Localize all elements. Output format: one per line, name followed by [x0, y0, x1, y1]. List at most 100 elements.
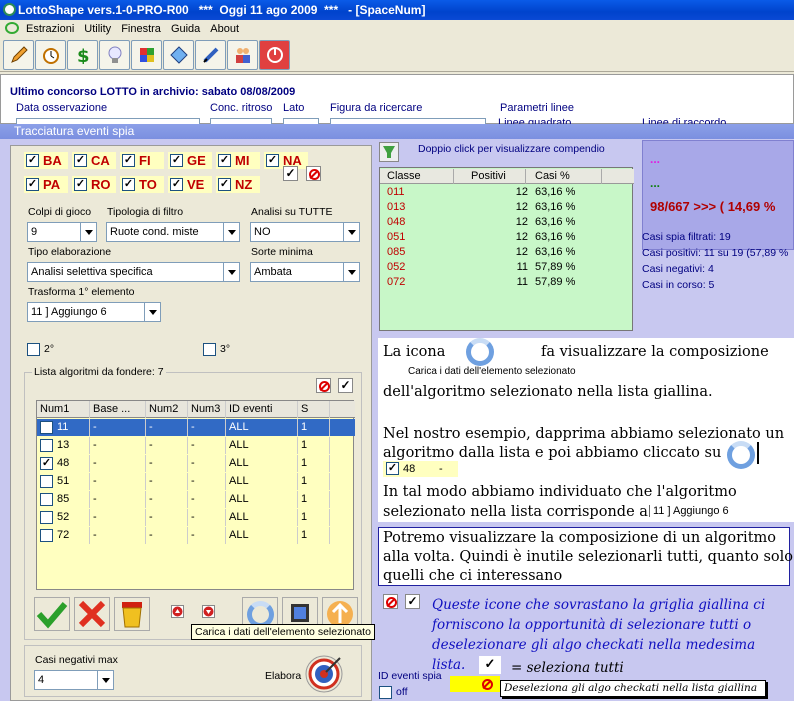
grid-header-num1[interactable]: Num1: [37, 401, 90, 418]
trash-button[interactable]: [114, 597, 150, 631]
deselect-all-icon[interactable]: [316, 378, 331, 393]
ruota-label: FI: [139, 153, 151, 168]
confirm-button[interactable]: [34, 597, 70, 631]
ruota-fi[interactable]: ✓ FI: [120, 152, 164, 169]
grid-header-num3[interactable]: Num3: [188, 401, 226, 418]
power-button[interactable]: [259, 40, 290, 70]
algoritmi-grid[interactable]: Num1 Base ... Num2 Num3 ID eventi S 11- -…: [36, 400, 355, 590]
colpi-select[interactable]: 9: [27, 222, 97, 242]
ruota-checkbox[interactable]: ✓: [266, 154, 279, 167]
casi-negativi-select[interactable]: 4: [34, 670, 114, 690]
up-red-icon[interactable]: [171, 605, 184, 618]
ruota-checkbox[interactable]: ✓: [170, 178, 183, 191]
ruota-ve[interactable]: ✓ VE: [168, 176, 212, 193]
tipologia-select[interactable]: Ruote cond. miste: [106, 222, 240, 242]
grid-header-num2[interactable]: Num2: [146, 401, 188, 418]
row-s-cell: 1: [298, 527, 330, 544]
compendio-row[interactable]: 051 12 63,16 %: [380, 230, 634, 245]
compendio-row[interactable]: 052 11 57,89 %: [380, 260, 634, 275]
users-button[interactable]: [227, 40, 258, 70]
menu-utility[interactable]: Utility: [79, 20, 116, 38]
dollar-button[interactable]: $: [67, 40, 98, 70]
table-row[interactable]: 13- - - ALL 1: [37, 437, 355, 454]
menu-finestra[interactable]: Finestra: [116, 20, 166, 38]
second-element-checkbox[interactable]: [27, 343, 40, 356]
row-checkbox[interactable]: ✓: [40, 457, 53, 470]
table-row[interactable]: 51- - - ALL 1: [37, 473, 355, 490]
select-all-ruote-icon[interactable]: ✓: [283, 166, 298, 181]
row-num3-cell: -: [188, 509, 226, 526]
analisi-select[interactable]: NO: [250, 222, 360, 242]
row-checkbox[interactable]: [40, 475, 53, 488]
trasforma-select[interactable]: 11 ] Aggiungo 6: [27, 302, 161, 322]
grid-header-s[interactable]: S: [298, 401, 330, 418]
row-num3-cell: -: [188, 455, 226, 472]
puzzle-button[interactable]: [131, 40, 162, 70]
ruota-checkbox[interactable]: ✓: [26, 154, 39, 167]
ruota-checkbox[interactable]: ✓: [170, 154, 183, 167]
compendio-row[interactable]: 013 12 63,16 %: [380, 200, 634, 215]
down-red-icon[interactable]: [202, 605, 215, 618]
compendio-row[interactable]: 072 11 57,89 %: [380, 275, 634, 290]
row-checkbox[interactable]: [40, 421, 53, 434]
ruota-ba[interactable]: ✓ BA: [24, 152, 68, 169]
tipo-elaborazione-select[interactable]: Analisi selettiva specifica: [27, 262, 240, 282]
sorte-minima-select[interactable]: Ambata: [250, 262, 360, 282]
ruota-checkbox[interactable]: ✓: [218, 178, 231, 191]
deselect-ruote-icon[interactable]: [306, 166, 321, 181]
ruota-ca[interactable]: ✓ CA: [72, 152, 116, 169]
ruota-checkbox[interactable]: ✓: [122, 178, 135, 191]
elabora-button[interactable]: [304, 650, 344, 696]
ruota-checkbox[interactable]: ✓: [74, 154, 87, 167]
note-mini-tooltip: Carica i dati dell'elemento selezionato: [408, 366, 576, 377]
row-checkbox[interactable]: [40, 511, 53, 524]
delete-button[interactable]: [74, 597, 110, 631]
compendio-header-positivi[interactable]: Positivi: [468, 169, 526, 184]
compendio-grid[interactable]: Classe Positivi Casi % 011 12 63,16 % 013 12…: [379, 167, 634, 331]
menu-estrazioni[interactable]: Estrazioni: [21, 20, 79, 38]
clock-button[interactable]: [35, 40, 66, 70]
off-checkbox[interactable]: [379, 686, 392, 699]
grid-header-base[interactable]: Base ...: [90, 401, 146, 418]
row-num1: 72: [57, 529, 70, 541]
note-line-2: dell'algoritmo selezionato nella lista g…: [383, 384, 713, 400]
compendio-row[interactable]: 011 12 63,16 %: [380, 185, 634, 200]
ruota-checkbox[interactable]: ✓: [122, 154, 135, 167]
ruota-nz[interactable]: ✓ NZ: [216, 176, 260, 193]
ruota-to[interactable]: ✓ TO: [120, 176, 164, 193]
bulb-button[interactable]: [99, 40, 130, 70]
third-element-checkbox[interactable]: [203, 343, 216, 356]
compendio-header-casi[interactable]: Casi %: [532, 169, 602, 184]
compendio-header-classe[interactable]: Classe: [384, 169, 454, 184]
pen-button[interactable]: [195, 40, 226, 70]
compendio-icon[interactable]: [379, 142, 399, 162]
ruota-checkbox[interactable]: ✓: [74, 178, 87, 191]
stats-lines: Casi spia filtrati: 19 Casi positivi: 11 …: [642, 229, 788, 293]
row-checkbox[interactable]: [40, 493, 53, 506]
ruota-label: MI: [235, 153, 250, 168]
app-menu-icon[interactable]: [5, 22, 19, 34]
compendio-row[interactable]: 085 12 63,16 %: [380, 245, 634, 260]
compendio-row[interactable]: 048 12 63,16 %: [380, 215, 634, 230]
ruota-mi[interactable]: ✓ MI: [216, 152, 260, 169]
ruota-checkbox[interactable]: ✓: [26, 178, 39, 191]
row-num1: 52: [57, 511, 70, 523]
select-all-icon[interactable]: ✓: [338, 378, 353, 393]
ruota-pa[interactable]: ✓ PA: [24, 176, 68, 193]
ruota-ro[interactable]: ✓ RO: [72, 176, 116, 193]
table-row[interactable]: 85- - - ALL 1: [37, 491, 355, 508]
row-checkbox[interactable]: [40, 439, 53, 452]
ruota-ge[interactable]: ✓ GE: [168, 152, 212, 169]
table-row[interactable]: 11- - - ALL 1: [37, 419, 355, 436]
table-row[interactable]: 72- - - ALL 1: [37, 527, 355, 544]
table-row[interactable]: ✓ 48- - - ALL 1: [37, 455, 355, 472]
menu-about[interactable]: About: [205, 20, 244, 38]
pencil-button[interactable]: [3, 40, 34, 70]
grid-header-id-eventi[interactable]: ID eventi: [226, 401, 298, 418]
red-x-icon: [78, 600, 106, 628]
row-checkbox[interactable]: [40, 529, 53, 542]
diamond-button[interactable]: [163, 40, 194, 70]
table-row[interactable]: 52- - - ALL 1: [37, 509, 355, 526]
ruota-checkbox[interactable]: ✓: [218, 154, 231, 167]
menu-guida[interactable]: Guida: [166, 20, 205, 38]
